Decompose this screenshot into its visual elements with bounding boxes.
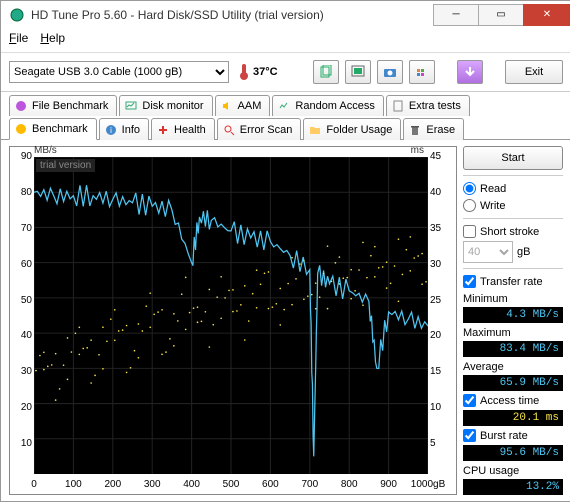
average-label: Average [463,359,563,373]
tab-health[interactable]: Health [151,118,215,140]
trash-icon [408,123,422,137]
minimize-button[interactable]: ─ [433,4,479,26]
camera-button[interactable] [377,60,403,84]
tab-error-scan[interactable]: Error Scan [217,118,302,140]
health-icon [156,123,170,137]
tab-folder-usage[interactable]: Folder Usage [303,118,401,140]
info-icon: i [104,123,118,137]
tab-random-access[interactable]: Random Access [272,95,383,116]
y-axis-right-label: ms [411,145,424,156]
tab-extra-tests[interactable]: Extra tests [386,95,470,116]
monitor-icon [124,99,138,113]
cpu-usage-label: CPU usage [463,463,563,477]
exit-button[interactable]: Exit [505,60,563,84]
minimum-label: Minimum [463,291,563,305]
tab-aam[interactable]: AAM [215,95,271,116]
y-axis-left-label: MB/s [34,145,57,156]
burst-rate-check[interactable]: Burst rate [463,428,563,443]
clipboard-icon [391,99,405,113]
copy-screenshot-button[interactable] [345,60,371,84]
file-benchmark-icon [14,99,28,113]
benchmark-chart: MB/s ms trial version 102030405060708090… [9,146,457,495]
access-time-check[interactable]: Access time [463,393,563,408]
random-icon [277,99,291,113]
drive-select[interactable]: Seagate USB 3.0 Cable (1000 gB) [9,61,229,83]
start-button[interactable]: Start [463,146,563,170]
menu-help[interactable]: Help [40,31,65,51]
maximize-button[interactable]: ▭ [478,4,524,26]
access-time-value: 20.1 ms [463,410,563,426]
options-button[interactable] [409,60,435,84]
cpu-usage-value: 13.2% [463,479,563,495]
tab-benchmark[interactable]: Benchmark [9,118,97,140]
window-title: HD Tune Pro 5.60 - Hard Disk/SSD Utility… [31,8,434,22]
app-icon [9,7,25,23]
burst-rate-value: 95.6 MB/s [463,445,563,461]
thermometer-icon [239,62,249,83]
tab-erase[interactable]: Erase [403,118,464,140]
tab-file-benchmark[interactable]: File Benchmark [9,95,117,116]
copy-info-button[interactable] [313,60,339,84]
short-stroke-value[interactable]: 40 [463,241,513,263]
minimum-value: 4.3 MB/s [463,307,563,323]
menu-file[interactable]: File [9,31,28,51]
short-stroke-check[interactable]: Short stroke [463,224,563,239]
benchmark-icon [14,122,28,136]
search-icon [222,123,236,137]
save-button[interactable] [457,60,483,84]
svg-text:i: i [110,126,112,135]
folder-icon [308,123,322,137]
tab-disk-monitor[interactable]: Disk monitor [119,95,212,116]
speaker-icon [220,99,234,113]
average-value: 65.9 MB/s [463,375,563,391]
maximum-label: Maximum [463,325,563,339]
transfer-rate-check[interactable]: Transfer rate [463,274,563,289]
read-radio[interactable]: Read [463,181,563,196]
maximum-value: 83.4 MB/s [463,341,563,357]
watermark: trial version [36,159,95,172]
tab-info[interactable]: iInfo [99,118,149,140]
short-stroke-unit: gB [517,246,530,258]
write-radio[interactable]: Write [463,198,563,213]
temperature-value: 37°C [253,66,278,78]
close-button[interactable]: ✕ [523,4,570,26]
